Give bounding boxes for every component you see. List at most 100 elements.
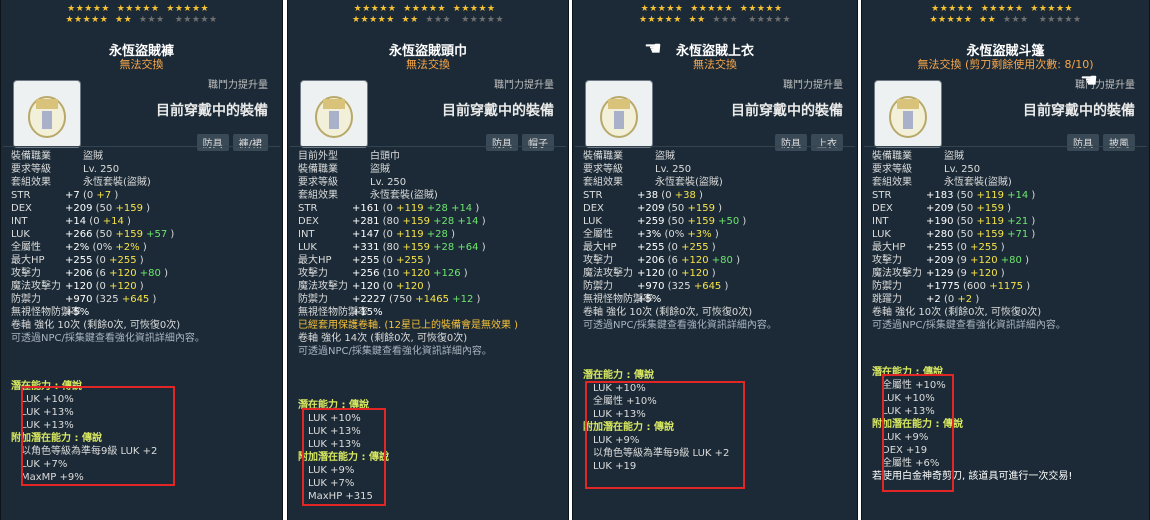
stat-name: 跳躍力 [872, 294, 902, 305]
stat-bonus: +71 [1007, 229, 1029, 240]
info-value: Lv. 250 [655, 164, 692, 175]
stat-base: (0% [664, 229, 688, 240]
starforce-rating: ★★★★★ ★★★★★ ★★★★★ ★★★★★ ★★ ★★★ ★★★★★ [862, 4, 1149, 26]
star-row: ★★★★★ ★★★★★ ★★★★★ [288, 4, 568, 15]
info-row: 裝備職業 盜賊 [11, 150, 274, 163]
stat-base: (0 [382, 203, 397, 214]
stat-bonus: +21 [1007, 216, 1029, 227]
stat-row: 攻擊力 +206 (6 +120 +80 ) [11, 268, 168, 279]
stat-total: +120 [352, 281, 380, 292]
stat-base: (0 [382, 255, 397, 266]
stat-total: +259 [637, 216, 665, 227]
stat-name: 攻擊力 [11, 268, 41, 279]
stat-bonus: +126 [433, 268, 461, 279]
stat-name: 攻擊力 [298, 268, 328, 279]
star-group: ★★ [979, 15, 997, 25]
stat-total: +206 [65, 268, 93, 279]
set-effect-row: 套組效果 永恆套裝(盜賊) [11, 176, 274, 189]
combat-power-boost-label: 職鬥力提升量 [208, 80, 268, 91]
stat-row: 攻擊力 +209 (9 +120 +80 ) [872, 255, 1029, 266]
stat-bonus: +120 [970, 268, 998, 279]
stat-bonus: +7 [96, 190, 112, 201]
category-chip: 上衣 [811, 134, 843, 151]
star-row: ★★★★★ ★★ ★★★ ★★★★★ [573, 15, 857, 26]
stat-base: (0 [382, 229, 397, 240]
item-tooltip-panel: ★★★★★ ★★★★★ ★★★★★ ★★★★★ ★★ ★★★ ★★★★★ 永恆盜賊… [861, 0, 1150, 520]
category-chip: 披風 [1103, 134, 1135, 151]
set-effect-label: 套組效果 [11, 177, 51, 188]
stat-name: 最大HP [583, 242, 617, 253]
cape-icon [874, 80, 942, 148]
item-tooltip-panel: ★★★★★ ★★★★★ ★★★★★ ★★★★★ ★★ ★★★ ★★★★★ 永恆盜賊… [572, 0, 858, 520]
stat-bonus: +2% [115, 242, 140, 253]
stat-row: LUK +331 (80 +159 +28 +64 ) [298, 242, 486, 253]
stat-total: +129 [926, 268, 954, 279]
stat-row: STR +7 (0 +7 ) [11, 190, 119, 201]
stat-list: 裝備職業 盜賊 要求等級 Lv. 250 套組效果 永恆套裝(盜賊) STR +183 (50… [872, 150, 1141, 332]
star-group: ★★★★★ [739, 4, 783, 14]
stat-row: 無視怪物防禦率+5% [11, 306, 274, 319]
stat-row: DEX +209 (50 +159 ) [11, 203, 151, 214]
stat-bonus: +57 [146, 229, 168, 240]
stat-bonus: +64 [457, 242, 479, 253]
stat-row: 魔法攻擊力 +120 (0 +120 ) [298, 281, 431, 292]
stat-bonus: +120 [109, 281, 137, 292]
stat-bonus: +255 [109, 255, 137, 266]
stat-bonus: +12 [452, 294, 474, 305]
currently-equipped-label: 目前穿戴中的裝備 [731, 103, 843, 119]
stat-base: (50 [667, 216, 688, 227]
stat-row: 最大HP +255 (0 +255 ) [298, 255, 431, 266]
stat-total: +120 [637, 268, 665, 279]
stat-name: 防禦力 [872, 281, 902, 292]
star-group: ★★★★★ [452, 4, 496, 14]
currently-equipped-label: 目前穿戴中的裝備 [442, 103, 554, 119]
stat-total: +209 [926, 255, 954, 266]
set-effect-label: 套組效果 [583, 177, 623, 188]
star-group: ★★★★★ [1030, 4, 1074, 14]
star-group: ★★★★★ [931, 4, 974, 14]
stat-row: STR +161 (0 +119 +28 +14 ) [298, 203, 480, 214]
stat-name: DEX [872, 203, 893, 214]
stat-base: (80 [382, 242, 403, 253]
section-divider [290, 146, 566, 147]
info-label: 要求等級 [298, 177, 338, 188]
stat-name: 魔法攻擊力 [298, 281, 348, 292]
stat-bonus: +159 [115, 229, 143, 240]
category-chip: 帽子 [522, 134, 554, 151]
stat-bonus: +1175 [989, 281, 1024, 292]
stat-bonus: +119 [976, 216, 1004, 227]
highlight-box [585, 381, 745, 489]
stat-row: 魔法攻擊力 +120 (0 +120 ) [583, 268, 716, 279]
top-icon [585, 80, 653, 148]
item-category-tags: 防具 上衣 [775, 134, 843, 151]
cursor-hand-icon: ☚ [644, 36, 662, 60]
stat-bonus: +159 [976, 229, 1004, 240]
stat-row: INT +14 (0 +14 ) [11, 216, 131, 227]
stat-total: +183 [926, 190, 954, 201]
stat-base: (0 [661, 190, 675, 201]
stat-total: +280 [926, 229, 954, 240]
stat-total: +38 [637, 190, 659, 201]
stat-base: (0 [89, 216, 103, 227]
cursor-hand-icon: ☚ [1080, 68, 1098, 92]
stat-bonus: +38 [674, 190, 696, 201]
stat-name: STR [583, 190, 603, 201]
stat-name: DEX [11, 203, 32, 214]
item-category-tags: 防具 披風 [1067, 134, 1135, 151]
empty-stars: ★★★ ★★★★★ [1002, 15, 1082, 25]
stat-total: +266 [65, 229, 93, 240]
stat-name: LUK [583, 216, 602, 227]
protection-scroll-warning: 已經套用保護卷軸. (12星已上的裝備會是無效果 ) [298, 320, 519, 331]
info-label: 裝備職業 [583, 151, 623, 162]
stat-row: 無視怪物防禦率+5% [583, 293, 849, 306]
info-value: 盜賊 [655, 151, 675, 162]
info-label: 裝備職業 [872, 151, 912, 162]
stat-row: 最大HP +255 (0 +255 ) [583, 242, 716, 253]
combat-power-boost-label: 職鬥力提升量 [494, 80, 554, 91]
stat-total: +970 [637, 281, 665, 292]
stat-name: 魔法攻擊力 [583, 268, 633, 279]
stat-total: +331 [352, 242, 380, 253]
stat-bonus: +80 [711, 255, 733, 266]
category-chip: 防具 [1067, 134, 1099, 151]
stat-bonus: +1465 [415, 294, 450, 305]
